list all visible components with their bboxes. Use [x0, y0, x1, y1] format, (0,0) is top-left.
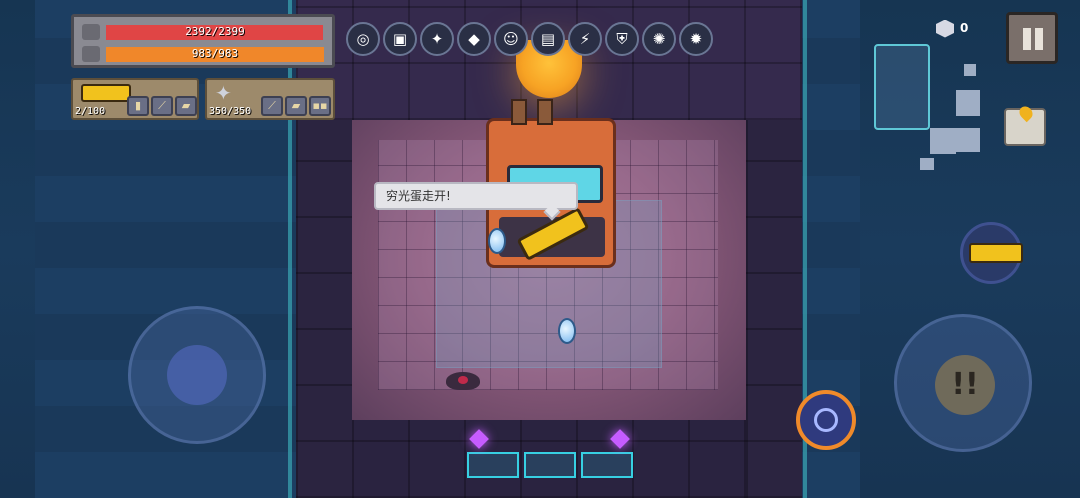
fire-buff-icon: ✹	[679, 22, 713, 56]
spark-buff-icon: ✺	[642, 22, 676, 56]
joystick-knob[interactable]	[167, 345, 227, 405]
skill-button[interactable]	[796, 390, 856, 450]
movement-joystick[interactable]	[128, 306, 266, 444]
shield-orb	[558, 318, 576, 344]
room-edge-left	[288, 0, 292, 498]
gem-icon	[936, 19, 954, 38]
speech-text: 穷光蛋走开!	[386, 189, 451, 203]
minimap-room	[956, 128, 980, 152]
minimap-room	[956, 90, 980, 116]
disk-buff-icon: ◎	[346, 22, 380, 56]
minimap-room	[964, 64, 976, 76]
energy-icon	[82, 46, 100, 62]
shuriken-icon: ✦	[215, 81, 232, 105]
minimap-current-room	[874, 44, 930, 130]
lightning-buff-icon: ⚡	[568, 22, 602, 56]
pause-button[interactable]	[1006, 12, 1058, 64]
door-gate	[524, 452, 576, 478]
door-gate	[467, 452, 519, 478]
wall-right	[746, 120, 802, 498]
gem-counter: 0	[936, 18, 968, 38]
face-buff-icon: ☺	[494, 22, 528, 56]
shield-orb	[488, 228, 506, 254]
energy-text: 983/983	[191, 47, 239, 60]
skill-icon	[814, 408, 838, 432]
weapon-mod-slot[interactable]: ⟋	[261, 96, 283, 116]
minimap-room	[920, 158, 934, 170]
door-gate	[581, 452, 633, 478]
mask-buff-icon: ▣	[383, 22, 417, 56]
hp-text: 2392/2399	[185, 25, 245, 38]
minimap[interactable]	[870, 40, 990, 180]
energy-row: 983/983	[82, 45, 326, 63]
weapon-mod-slot[interactable]: ▰	[175, 96, 197, 116]
heart-icon	[82, 24, 100, 40]
golden-cannon-icon	[81, 84, 131, 102]
gem-count: 0	[960, 21, 969, 35]
compass-buff-icon: ✦	[420, 22, 454, 56]
weapon-switch-button[interactable]	[960, 222, 1023, 284]
shield-buff-icon: ⛨	[605, 22, 639, 56]
minimap-room	[930, 128, 956, 154]
weapon-mod-slot[interactable]: ▪▪	[309, 96, 331, 116]
crystal-buff-icon: ◆	[457, 22, 491, 56]
primary-weapon-panel[interactable]: 2/100 ▮ ⟋ ▰	[71, 78, 199, 120]
weapon-mod-slot[interactable]: ⟋	[151, 96, 173, 116]
weapon-mod-slot[interactable]: ▰	[285, 96, 307, 116]
primary-ammo: 2/100	[75, 106, 106, 117]
attack-button[interactable]: !!	[894, 314, 1032, 452]
npc-speech-bubble: 穷光蛋走开!	[374, 182, 578, 210]
secondary-weapon-panel[interactable]: ✦ 350/350 ⟋ ▰ ▪▪	[205, 78, 335, 120]
secondary-ammo: 350/350	[209, 106, 252, 117]
weapon-mod-slot[interactable]: ▮	[127, 96, 149, 116]
machine-pipe	[537, 99, 553, 125]
machine-pipe	[511, 99, 527, 125]
hp-row: 2392/2399	[82, 23, 326, 41]
bat-enemy	[446, 372, 480, 390]
golden-cannon-icon	[969, 243, 1023, 263]
wall-left	[296, 120, 352, 498]
book-buff-icon: ▤	[531, 22, 565, 56]
map-button[interactable]	[1004, 103, 1046, 146]
player-stats-panel: 2392/2399 983/983	[71, 14, 335, 68]
attack-icon: !!	[935, 355, 995, 415]
